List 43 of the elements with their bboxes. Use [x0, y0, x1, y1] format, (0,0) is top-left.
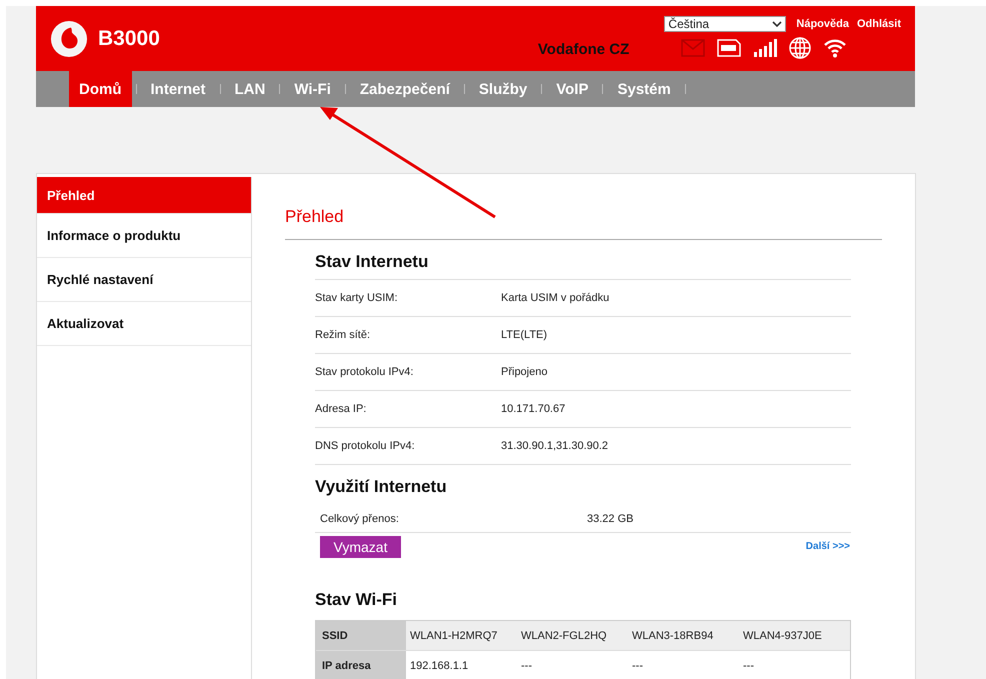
label-text: Adresa IP:: [315, 403, 368, 415]
table-header-cell: SSID: [316, 621, 406, 650]
sidebar-item[interactable]: Aktualizovat: [37, 302, 251, 346]
value-text: Karta USIM v pořádku: [501, 292, 610, 304]
section-title: Využití Internetu: [315, 476, 448, 498]
label-text: Režim sítě:: [315, 329, 372, 341]
page-title: Přehled: [285, 207, 882, 240]
label-text: DNS protokolu IPv4:: [315, 440, 416, 452]
value-text: 31.30.90.1,31.30.90.2: [501, 440, 608, 452]
nav-tab[interactable]: Domů: [69, 71, 132, 107]
table-header-cell: IP adresa: [316, 651, 406, 679]
section-title: Stav Internetu: [315, 240, 851, 280]
value-text: 33.22 GB: [587, 512, 634, 524]
nav-tab[interactable]: Wi-Fi: [284, 71, 341, 107]
operator-name: Vodafone CZ: [538, 41, 630, 58]
table-cell: WLAN1-H2MRQ7: [406, 621, 517, 650]
table-cell: WLAN2-FGL2HQ: [517, 621, 628, 650]
language-select[interactable]: Čeština: [664, 16, 786, 32]
nav-tab[interactable]: LAN: [224, 71, 276, 107]
header-link[interactable]: Nápověda: [796, 18, 849, 30]
label-text: Celkový přenos:: [320, 512, 400, 524]
sidebar-item[interactable]: Přehled: [37, 177, 251, 214]
table-cell: WLAN3-18RB94: [628, 621, 739, 650]
value-text: LTE(LTE): [501, 329, 548, 341]
nav-tab[interactable]: Služby: [468, 71, 538, 107]
section-title: Stav Wi-Fi: [315, 589, 398, 611]
label-text: Stav protokolu IPv4:: [315, 366, 414, 378]
nav-tab[interactable]: Zabezpečení: [350, 71, 460, 107]
value-text: Připojeno: [501, 366, 548, 378]
logo-icon: [50, 20, 88, 58]
label-text: Stav karty USIM:: [315, 292, 399, 304]
header-link[interactable]: Odhlásit: [856, 18, 901, 30]
sidebar-item[interactable]: Informace o produktu: [37, 214, 251, 258]
value-text: 10.171.70.67: [501, 403, 566, 415]
sidebar-item[interactable]: Rychlé nastavení: [37, 258, 251, 302]
caret-icon: [772, 21, 782, 27]
nav-tab[interactable]: Systém: [607, 71, 681, 107]
clear-button[interactable]: Vymazat: [320, 536, 401, 558]
nav-tab[interactable]: Internet: [140, 71, 216, 107]
more-link[interactable]: Další >>>: [806, 541, 850, 552]
table-cell: WLAN4-937J0E: [739, 621, 850, 650]
nav-tab[interactable]: VoIP: [546, 71, 598, 107]
product-name: B3000: [98, 26, 160, 50]
